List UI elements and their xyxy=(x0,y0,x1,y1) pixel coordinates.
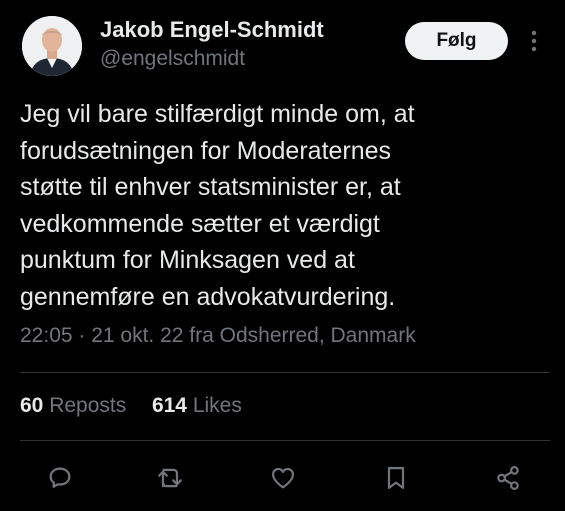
tweet-timestamp[interactable]: 22:05 · 21 okt. 22 fra Odsherred, Danmar… xyxy=(20,324,416,348)
repost-icon xyxy=(158,468,182,488)
likes-label: Likes xyxy=(192,394,242,417)
avatar-photo-icon xyxy=(22,16,82,76)
likes-stat[interactable]: 614 Likes xyxy=(152,394,242,417)
reposts-stat[interactable]: 60 Reposts xyxy=(20,394,132,417)
heart-icon xyxy=(271,467,295,489)
repost-button[interactable] xyxy=(152,460,188,496)
tweet-header: Jakob Engel-Schmidt @engelschmidt Følg xyxy=(0,0,565,90)
author-handle[interactable]: @engelschmidt xyxy=(100,47,245,71)
reply-icon xyxy=(49,467,71,488)
engagement-stats: 60 Reposts 614 Likes xyxy=(20,394,242,418)
avatar[interactable] xyxy=(22,16,82,76)
more-options-icon[interactable] xyxy=(527,28,541,54)
divider-top xyxy=(20,372,550,373)
share-icon xyxy=(497,466,519,490)
likes-count: 614 xyxy=(151,394,187,417)
like-button[interactable] xyxy=(265,460,301,496)
follow-button[interactable]: Følg xyxy=(405,22,508,60)
reposts-count: 60 xyxy=(20,394,44,417)
tweet-text: Jeg vil bare stilfærdigt minde om, at fo… xyxy=(20,100,415,311)
author-name[interactable]: Jakob Engel-Schmidt xyxy=(100,17,324,43)
share-button[interactable] xyxy=(490,460,526,496)
reply-button[interactable] xyxy=(42,460,78,496)
reposts-label: Reposts xyxy=(49,394,127,417)
bookmark-icon xyxy=(387,466,405,490)
divider-bottom xyxy=(20,440,550,441)
action-bar xyxy=(0,460,565,496)
bookmark-button[interactable] xyxy=(378,460,414,496)
